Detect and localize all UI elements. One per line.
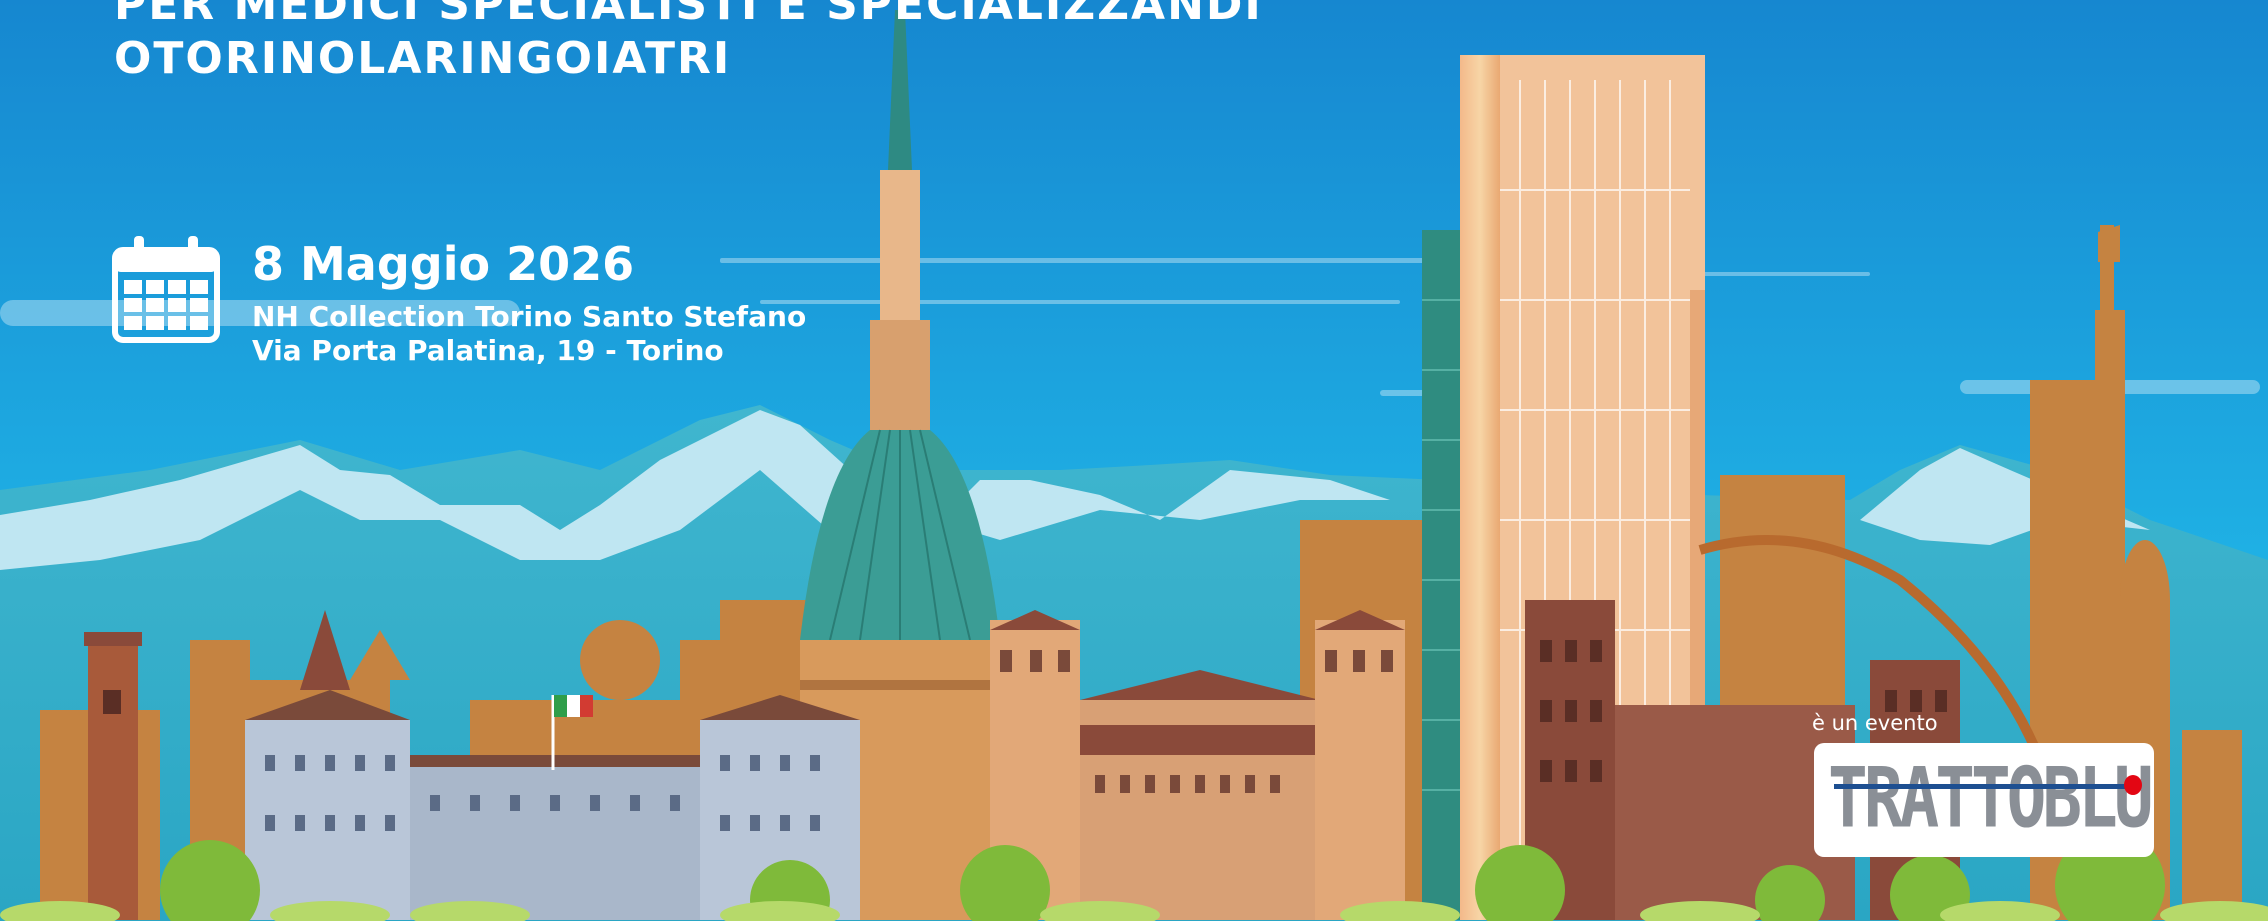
event-details: 8 Maggio 2026 NH Collection Torino Santo… — [112, 236, 832, 367]
logo-red-dot — [2124, 775, 2142, 795]
logo-blue-line — [1834, 784, 2129, 789]
trattoblu-logo-text: TRATTOBLU — [1828, 750, 2154, 847]
headline: PER MEDICI SPECIALISTI E SPECIALIZZANDI … — [114, 0, 1263, 86]
turin-skyline-illustration: PER MEDICI SPECIALISTI E SPECIALIZZANDI … — [0, 0, 2268, 921]
medieval-tower-left — [84, 632, 142, 920]
organizer-label: è un evento — [1812, 711, 1938, 735]
calendar-icon — [112, 236, 220, 343]
event-date: 8 Maggio 2026 — [252, 237, 635, 291]
headline-line-2: OTORINOLARINGOIATRI — [114, 33, 732, 84]
event-address: Via Porta Palatina, 19 - Torino — [252, 334, 724, 367]
trattoblu-logo: TRATTOBLU — [1814, 743, 2154, 857]
event-venue: NH Collection Torino Santo Stefano — [252, 300, 807, 333]
headline-line-1: PER MEDICI SPECIALISTI E SPECIALIZZANDI — [114, 0, 1263, 30]
